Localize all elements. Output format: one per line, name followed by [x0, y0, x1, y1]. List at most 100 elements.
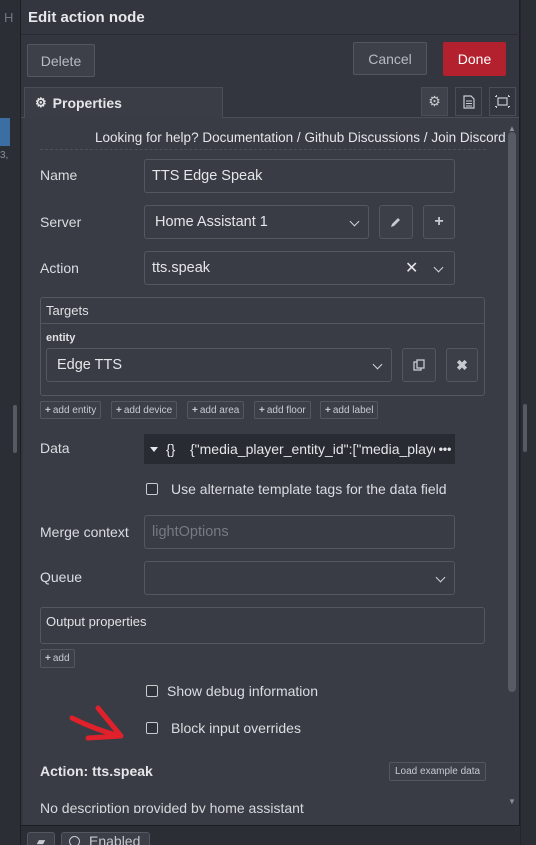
tab-properties[interactable]: ⚙ Properties	[24, 87, 223, 118]
merge-context-input[interactable]: lightOptions	[144, 515, 455, 549]
plus-icon: +	[45, 404, 51, 416]
background-text: 3,	[0, 150, 9, 161]
caret-down-icon	[150, 446, 158, 452]
output-properties-title: Output properties	[46, 613, 147, 629]
help-line: Looking for help? Documentation / Github…	[95, 130, 506, 145]
scrollbar-thumb[interactable]	[508, 132, 516, 692]
help-prefix: Looking for help?	[95, 130, 199, 145]
gear-icon: ⚙	[35, 95, 47, 110]
enabled-label: Enabled	[89, 833, 141, 845]
queue-select[interactable]	[144, 561, 455, 595]
ellipsis-icon: •••	[438, 442, 452, 456]
server-label: Server	[40, 214, 82, 230]
delete-button[interactable]: Delete	[27, 44, 95, 77]
entity-label: entity	[46, 332, 76, 344]
link-documentation[interactable]: Documentation	[202, 130, 293, 145]
add-output-label: add	[52, 653, 70, 664]
action-label: Action	[40, 260, 79, 276]
add-area-button[interactable]: + add area	[187, 401, 245, 419]
add-floor-button[interactable]: + add floor	[254, 401, 311, 419]
server-value: Home Assistant 1	[155, 214, 268, 230]
clear-icon[interactable]: ✕	[405, 258, 418, 278]
gear-icon[interactable]: ⚙	[421, 87, 448, 116]
json-icon: {}	[166, 441, 176, 457]
scroll-up-icon[interactable]: ▲	[508, 124, 516, 133]
remove-entity-button[interactable]: ✖	[446, 348, 478, 382]
add-server-button[interactable]: +	[423, 205, 455, 239]
merge-context-label: Merge context	[40, 524, 129, 540]
show-debug-label: Show debug information	[167, 683, 318, 699]
alt-template-label: Use alternate template tags for the data…	[171, 481, 447, 497]
block-input-label: Block input overrides	[171, 720, 301, 736]
output-properties-box: Output properties	[40, 607, 485, 644]
action-value: tts.speak	[152, 260, 211, 276]
chevron-down-icon	[435, 572, 446, 583]
editor-frame: H 3, Edit action node Delete Cancel Done…	[0, 0, 536, 845]
plus-icon: +	[45, 653, 51, 664]
enabled-toggle[interactable]: Enabled	[61, 832, 150, 845]
book-button[interactable]: ▰	[27, 832, 55, 845]
done-button[interactable]: Done	[443, 42, 506, 76]
add-device-button[interactable]: + add device	[111, 401, 178, 419]
link-github-discussions[interactable]: Github Discussions	[304, 130, 420, 145]
edit-server-button[interactable]	[379, 205, 413, 239]
chevron-down-icon	[372, 359, 383, 370]
divider	[40, 149, 486, 150]
resize-handle[interactable]	[523, 404, 527, 452]
alt-template-checkbox[interactable]	[146, 483, 158, 495]
layout-frame-icon[interactable]	[489, 87, 516, 116]
plus-icon: +	[192, 404, 198, 416]
book-icon: ▰	[36, 835, 46, 845]
tab-label: Properties	[52, 95, 122, 111]
name-input[interactable]: TTS Edge Speak	[144, 159, 455, 193]
action-description: No description provided by home assistan…	[40, 800, 304, 813]
name-label: Name	[40, 167, 78, 183]
plus-icon: +	[259, 404, 265, 416]
pencil-icon	[391, 218, 400, 227]
dialog-title: Edit action node	[28, 9, 145, 26]
workspace-background-left: H 3,	[0, 0, 20, 845]
show-debug-checkbox[interactable]	[146, 685, 158, 697]
chevron-down-icon[interactable]	[433, 262, 444, 273]
plus-icon: +	[325, 404, 331, 416]
action-select[interactable]: tts.speak ✕	[144, 251, 455, 285]
add-device-label: add device	[123, 404, 173, 416]
entity-value: Edge TTS	[57, 357, 123, 373]
add-output-property-button[interactable]: + add	[40, 649, 75, 668]
more-options-button[interactable]: •••	[435, 434, 455, 464]
add-area-label: add area	[199, 404, 240, 416]
link-join-discord[interactable]: Join Discord	[431, 130, 505, 145]
entity-select[interactable]: Edge TTS	[46, 348, 392, 382]
chevron-down-icon	[349, 216, 360, 227]
server-select[interactable]: Home Assistant 1	[144, 205, 369, 239]
document-icon[interactable]	[455, 87, 482, 116]
plus-icon: +	[116, 404, 122, 416]
data-type-select[interactable]: {}	[144, 434, 185, 464]
add-label-button[interactable]: + add label	[320, 401, 379, 419]
circle-icon	[69, 835, 80, 845]
add-entity-label: add entity	[52, 404, 97, 416]
targets-title: Targets	[41, 298, 484, 324]
background-text: H	[4, 10, 14, 25]
annotation-arrow	[69, 705, 124, 741]
resize-handle[interactable]	[13, 405, 17, 453]
divider	[21, 34, 520, 35]
add-entity-button[interactable]: + add entity	[40, 401, 102, 419]
data-label: Data	[40, 440, 70, 456]
separator: /	[296, 130, 301, 145]
scroll-down-icon[interactable]: ▼	[508, 797, 516, 806]
add-label-label: add label	[332, 404, 374, 416]
copy-entity-button[interactable]	[402, 348, 436, 382]
action-info-title: Action: tts.speak	[40, 763, 153, 779]
background-node-edge	[0, 118, 10, 146]
block-input-checkbox[interactable]	[146, 722, 158, 734]
close-icon: ✖	[456, 356, 468, 373]
plus-icon: +	[434, 213, 444, 230]
load-example-button[interactable]: Load example data	[389, 762, 487, 781]
copy-icon	[412, 358, 425, 371]
cancel-button[interactable]: Cancel	[353, 42, 427, 75]
data-input[interactable]: {"media_player_entity_id":["media_player	[185, 434, 435, 464]
queue-label: Queue	[40, 569, 83, 585]
workspace-background-right	[521, 0, 536, 845]
separator: /	[423, 130, 428, 145]
